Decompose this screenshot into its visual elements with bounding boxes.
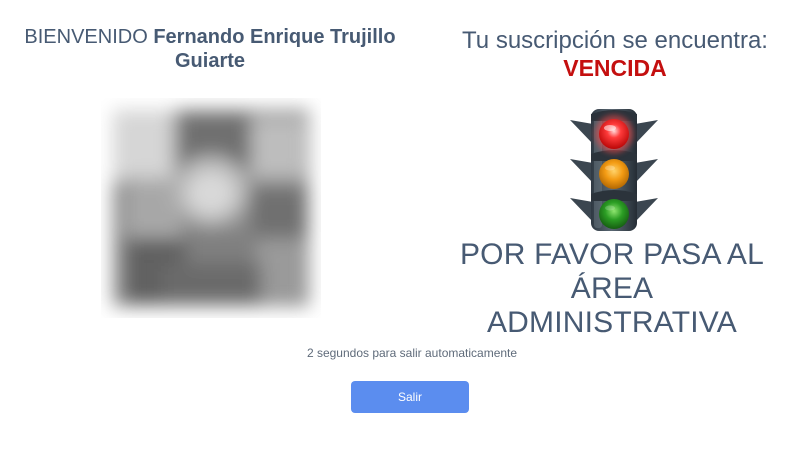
welcome-prefix: BIENVENIDO [24,26,148,48]
member-name-line2: Guiarte [174,50,246,72]
auto-exit-countdown: 2 segundos para salir automaticamente [306,346,518,360]
exit-button[interactable]: Salir [351,381,469,413]
traffic-light-icon [568,106,660,234]
member-name-line1: Fernando Enrique Trujillo [153,26,396,48]
membership-status-screen: BIENVENIDO Fernando Enrique Trujillo Gui… [0,0,800,463]
instruction-line2: ADMINISTRATIVA [486,306,738,339]
subscription-status: VENCIDA [563,55,667,81]
welcome-message: BIENVENIDO Fernando Enrique Trujillo Gui… [0,25,420,73]
instruction-message: POR FAVOR PASA AL ÁREA ADMINISTRATIVA [420,238,800,340]
member-photo [101,98,321,318]
instruction-line1: POR FAVOR PASA AL ÁREA [459,238,765,305]
subscription-label: Tu suscripción se encuentra: [462,27,768,54]
